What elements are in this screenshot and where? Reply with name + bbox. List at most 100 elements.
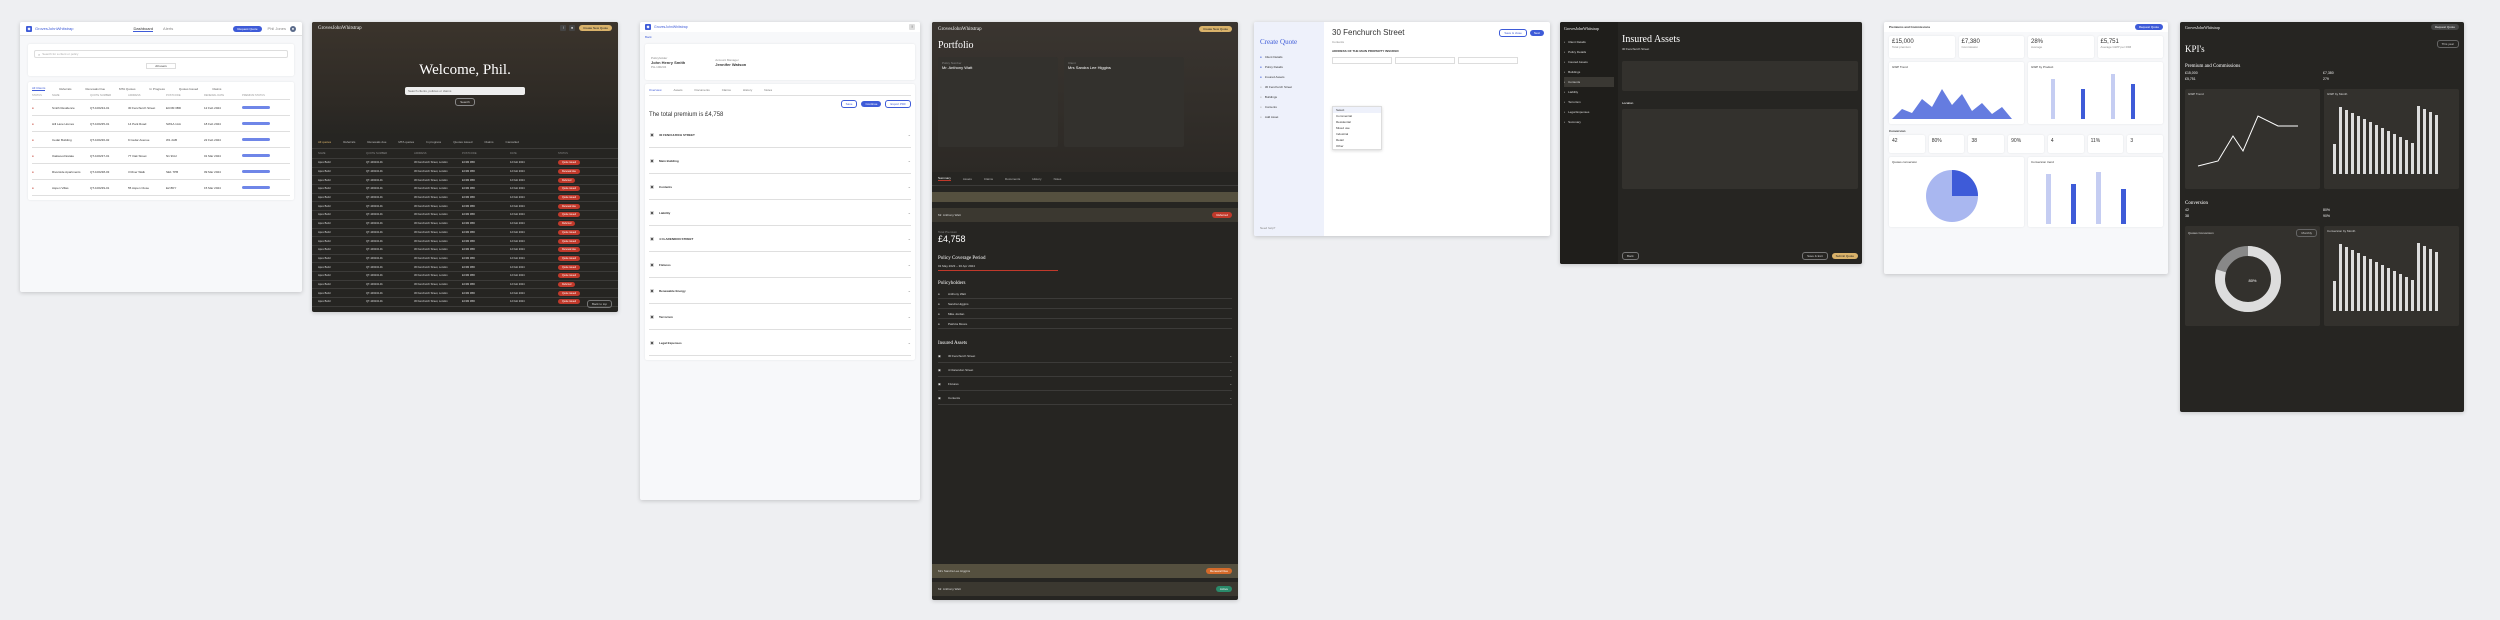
tab-4[interactable]: In Progress xyxy=(149,87,164,91)
tab-5[interactable]: Notes xyxy=(764,88,772,92)
chevron-down-icon[interactable]: ⌄ xyxy=(1229,382,1232,386)
sidebar-item[interactable]: • Policy Details xyxy=(1564,47,1614,57)
tab-5[interactable]: Notes xyxy=(1054,177,1062,181)
tab-6[interactable]: Claims xyxy=(212,87,221,91)
create-quote-button[interactable]: Create New Quote xyxy=(579,25,612,31)
tab-3[interactable]: Documents xyxy=(1005,177,1020,181)
policy-row[interactable]: Mr. Anthony Watt Referred xyxy=(932,208,1238,222)
active-row[interactable]: Mr. Anthony Watt Active xyxy=(932,582,1238,596)
address-line1-input[interactable] xyxy=(1332,57,1392,64)
asset-row[interactable]: ▣ Fixtures ⌄ xyxy=(938,377,1232,391)
step-item[interactable]: ● Insured Assets xyxy=(1260,72,1318,82)
step-item[interactable]: ● Client Details xyxy=(1260,52,1318,62)
sidebar-item[interactable]: • Insured Assets xyxy=(1564,57,1614,67)
hero-search-input[interactable]: Search clients, policies or claims xyxy=(405,87,525,95)
asset-row[interactable]: ▣ 30 Fenchurch Street ⌄ xyxy=(938,349,1232,363)
asset-section-row[interactable]: ▣ Terrorism ⌄ xyxy=(649,304,911,330)
sidebar-item[interactable]: • Buildings xyxy=(1564,67,1614,77)
tab-6[interactable]: Claims xyxy=(484,140,493,144)
tab-3[interactable]: Claims xyxy=(722,88,731,92)
bell-icon[interactable]: ! xyxy=(909,24,915,30)
asset-section-row[interactable]: ▣ 4 CLARENDON STREET ⌄ xyxy=(649,226,911,252)
tab-4[interactable]: History xyxy=(1032,177,1041,181)
tab-0[interactable]: Overview xyxy=(649,88,662,92)
tab-2[interactable]: Renewals Due xyxy=(86,87,106,91)
table-row[interactable]: Apex Build QT-100234-01 30 Fenchurch Stree… xyxy=(312,159,618,168)
next-button[interactable]: Next xyxy=(1529,29,1544,36)
tab-2[interactable]: Claims xyxy=(984,177,993,181)
table-row[interactable]: Apex Build QT-100234-01 30 Fenchurch Stree… xyxy=(312,185,618,194)
tab-7[interactable]: Cancelled xyxy=(506,140,519,144)
chevron-down-icon[interactable]: ⌄ xyxy=(908,314,911,319)
table-row[interactable]: Apex Build QT-100234-01 30 Fenchurch Stree… xyxy=(312,255,618,264)
table-row[interactable]: Apex Build QT-100234-01 30 Fenchurch Stree… xyxy=(312,168,618,177)
tab-3[interactable]: MTA quotes xyxy=(398,140,414,144)
sidebar-item[interactable]: • Client Details xyxy=(1564,37,1614,47)
back-link[interactable]: Back xyxy=(640,32,920,42)
period-filter[interactable]: This year xyxy=(2436,40,2459,48)
renewal-row[interactable]: Mrs Sandra Lee Higgins Renewal Due xyxy=(932,564,1238,578)
tab-5[interactable]: Quotes issued xyxy=(453,140,472,144)
holder-row[interactable]: ● Sandra Higgins xyxy=(938,299,1232,309)
chevron-down-icon[interactable]: ⌄ xyxy=(1229,354,1232,358)
user-icon[interactable]: ● xyxy=(569,25,576,31)
table-row[interactable]: Apex Build QT-100234-01 30 Fenchurch Stree… xyxy=(312,263,618,272)
action-button-1[interactable]: Continue xyxy=(861,101,882,107)
tab-4[interactable]: In progress xyxy=(426,140,441,144)
table-row[interactable]: ● Riverside Apartments QT-100238-03 3 River… xyxy=(32,164,290,180)
asset-row[interactable]: ▣ 4 Clarendon Street ⌄ xyxy=(938,363,1232,377)
address-line2-input[interactable] xyxy=(1395,57,1455,64)
create-quote-button[interactable]: Create New Quote xyxy=(1199,26,1232,32)
tab-2[interactable]: Renewals due xyxy=(367,140,386,144)
table-row[interactable]: Apex Build QT-100234-01 30 Fenchurch Stree… xyxy=(312,237,618,246)
nav-alerts[interactable]: Alerts xyxy=(163,26,173,31)
asset-section-row[interactable]: ▣ 30 FENCHURCH STREET ⌄ xyxy=(649,122,911,148)
chart-filter[interactable]: Monthly xyxy=(2296,229,2317,237)
tab-1[interactable]: Referrals xyxy=(59,87,71,91)
table-row[interactable]: Apex Build QT-100234-01 30 Fenchurch Stree… xyxy=(312,220,618,229)
hero-search-button[interactable]: Search xyxy=(455,98,475,106)
step-item[interactable]: ● Contents xyxy=(1260,102,1318,112)
table-row[interactable]: Apex Build QT-100234-01 30 Fenchurch Stree… xyxy=(312,246,618,255)
avatar[interactable]: ● xyxy=(290,25,296,32)
table-row[interactable]: ● Smith Residence QT-100234-01 30 Fenchurch… xyxy=(32,100,290,116)
submit-quote-button[interactable]: Submit Quote xyxy=(1831,253,1858,259)
chevron-down-icon[interactable]: ⌄ xyxy=(908,184,911,189)
holder-row[interactable]: ● Mike Jordan xyxy=(938,309,1232,319)
nav-dashboard[interactable]: Dashboard xyxy=(133,26,154,32)
bell-icon[interactable]: ! xyxy=(560,25,567,31)
dropdown-option[interactable]: Other xyxy=(1333,143,1381,149)
back-button[interactable]: Back xyxy=(1622,252,1639,260)
table-row[interactable]: ● Oakwood Estate QT-100237-01 77 Oak Street… xyxy=(32,148,290,164)
postcode-input[interactable] xyxy=(1458,57,1518,64)
tab-3[interactable]: MTA Quotes xyxy=(119,87,135,91)
search-input[interactable]: ⌕ Search for a client or policy xyxy=(34,50,288,58)
step-item[interactable]: ● Buildings xyxy=(1260,92,1318,102)
table-row[interactable]: ● Hill Lane Homes QT-100235-01 14 Park Road… xyxy=(32,116,290,132)
property-type-dropdown[interactable]: Select Commercial Residential Mixed use Indu… xyxy=(1332,106,1382,150)
chevron-down-icon[interactable]: ⌄ xyxy=(908,210,911,215)
chevron-down-icon[interactable]: ⌄ xyxy=(908,340,911,345)
table-row[interactable]: Apex Build QT-100234-01 30 Fenchurch Stree… xyxy=(312,194,618,203)
asset-section-row[interactable]: ▣ Legal Expenses ⌄ xyxy=(649,330,911,356)
save-close-button[interactable]: Save & close xyxy=(1499,28,1527,37)
tab-0[interactable]: All quotes xyxy=(318,140,331,144)
save-exit-button[interactable]: Save & Exit xyxy=(1802,252,1828,260)
request-quote-button[interactable]: Request Quote xyxy=(233,25,262,32)
step-item[interactable]: ● Add Asset xyxy=(1260,112,1318,122)
client-card[interactable]: Client Mrs Sandra Lee Higgins xyxy=(1064,57,1184,147)
chevron-down-icon[interactable]: ⌄ xyxy=(908,262,911,267)
tab-2[interactable]: Documents xyxy=(695,88,710,92)
asset-section-row[interactable]: ▣ Fixtures ⌄ xyxy=(649,252,911,278)
table-row[interactable]: ● Aspen Villas QT-100239-01 55 Aspen Close E… xyxy=(32,180,290,196)
table-row[interactable]: Apex Build QT-100234-01 30 Fenchurch Stree… xyxy=(312,289,618,298)
tab-1[interactable]: Assets xyxy=(963,177,972,181)
table-row[interactable]: Apex Build QT-100234-01 30 Fenchurch Stree… xyxy=(312,202,618,212)
asset-section-row[interactable]: ▣ Liability ⌄ xyxy=(649,200,911,226)
chevron-down-icon[interactable]: ⌄ xyxy=(1229,396,1232,400)
tab-1[interactable]: Assets xyxy=(674,88,683,92)
request-quote-button[interactable]: Request Quote xyxy=(2134,24,2163,30)
sidebar-item[interactable]: • Summary xyxy=(1564,117,1614,127)
tab-0[interactable]: Summary xyxy=(938,176,951,181)
table-row[interactable]: Apex Build QT-100234-01 30 Fenchurch Stree… xyxy=(312,281,618,290)
